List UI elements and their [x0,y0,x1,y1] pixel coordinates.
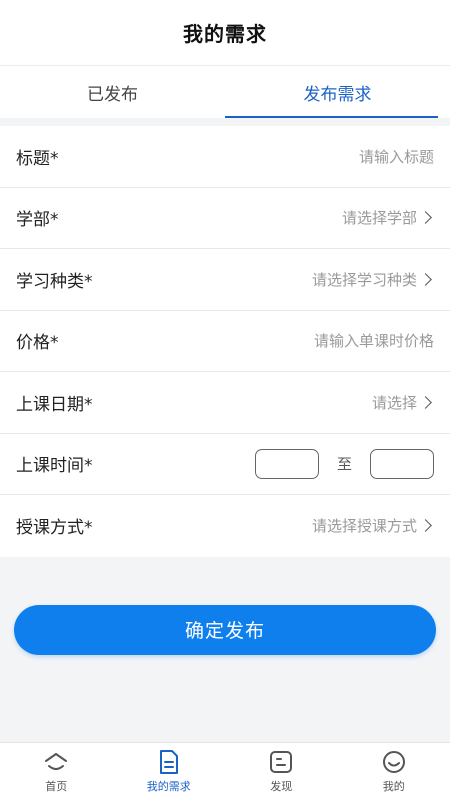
nav-profile[interactable]: 我的 [338,743,450,800]
nav-profile-label: 我的 [382,780,405,793]
teaching-mode-row[interactable]: 授课方式* 请选择授课方式 [0,495,450,557]
date-select[interactable]: 请选择 [372,392,417,413]
chevron-right-icon [419,395,432,409]
nav-home[interactable]: 首页 [0,743,113,800]
chevron-right-icon [419,211,432,225]
bottom-nav: 首页 我的需求 发现 我的 [0,742,450,800]
document-icon [156,749,182,775]
department-label: 学部* [16,210,59,231]
title-label: 标题* [16,148,59,169]
discover-icon [268,749,294,775]
study-type-label: 学习种类* [16,271,93,292]
price-input[interactable]: 请输入单课时价格 [314,330,434,351]
date-label: 上课日期* [16,394,93,415]
nav-home-label: 首页 [45,780,68,793]
page-title: 我的需求 [183,22,267,46]
tab-publish-request[interactable]: 发布需求 [225,66,450,118]
tab-publish-request-label: 发布需求 [303,84,372,105]
start-time-input[interactable] [254,448,319,479]
header: 我的需求 [0,0,450,66]
department-row[interactable]: 学部* 请选择学部 [0,188,450,249]
nav-my-requests[interactable]: 我的需求 [113,743,226,800]
tab-bar: 已发布 发布需求 [0,66,450,118]
chevron-right-icon [419,519,432,533]
home-icon [43,749,69,775]
study-type-row[interactable]: 学习种类* 请选择学习种类 [0,249,450,311]
title-row[interactable]: 标题* 请输入标题 [0,126,450,188]
nav-discover[interactable]: 发现 [225,743,338,800]
price-row[interactable]: 价格* 请输入单课时价格 [0,311,450,372]
time-label: 上课时间* [16,456,93,477]
study-type-select[interactable]: 请选择学习种类 [312,269,417,290]
request-form: 标题* 请输入标题 学部* 请选择学部 学习种类* 请选择学习种类 价格* 请输… [0,126,450,557]
nav-discover-label: 发现 [270,780,293,793]
nav-my-requests-label: 我的需求 [146,780,191,793]
price-label: 价格* [16,333,59,354]
end-time-input[interactable] [370,448,434,479]
teaching-mode-select[interactable]: 请选择授课方式 [312,515,417,536]
teaching-mode-label: 授课方式* [16,518,93,539]
time-separator: 至 [336,455,352,474]
department-select[interactable]: 请选择学部 [342,207,417,228]
title-input[interactable]: 请输入标题 [359,146,434,167]
tab-published[interactable]: 已发布 [0,66,225,118]
date-row[interactable]: 上课日期* 请选择 [0,372,450,434]
chevron-right-icon [419,272,432,286]
time-row: 上课时间* 至 [0,434,450,495]
tab-published-label: 已发布 [87,84,138,105]
confirm-publish-button[interactable]: 确定发布 [14,604,436,655]
profile-icon [381,749,407,775]
